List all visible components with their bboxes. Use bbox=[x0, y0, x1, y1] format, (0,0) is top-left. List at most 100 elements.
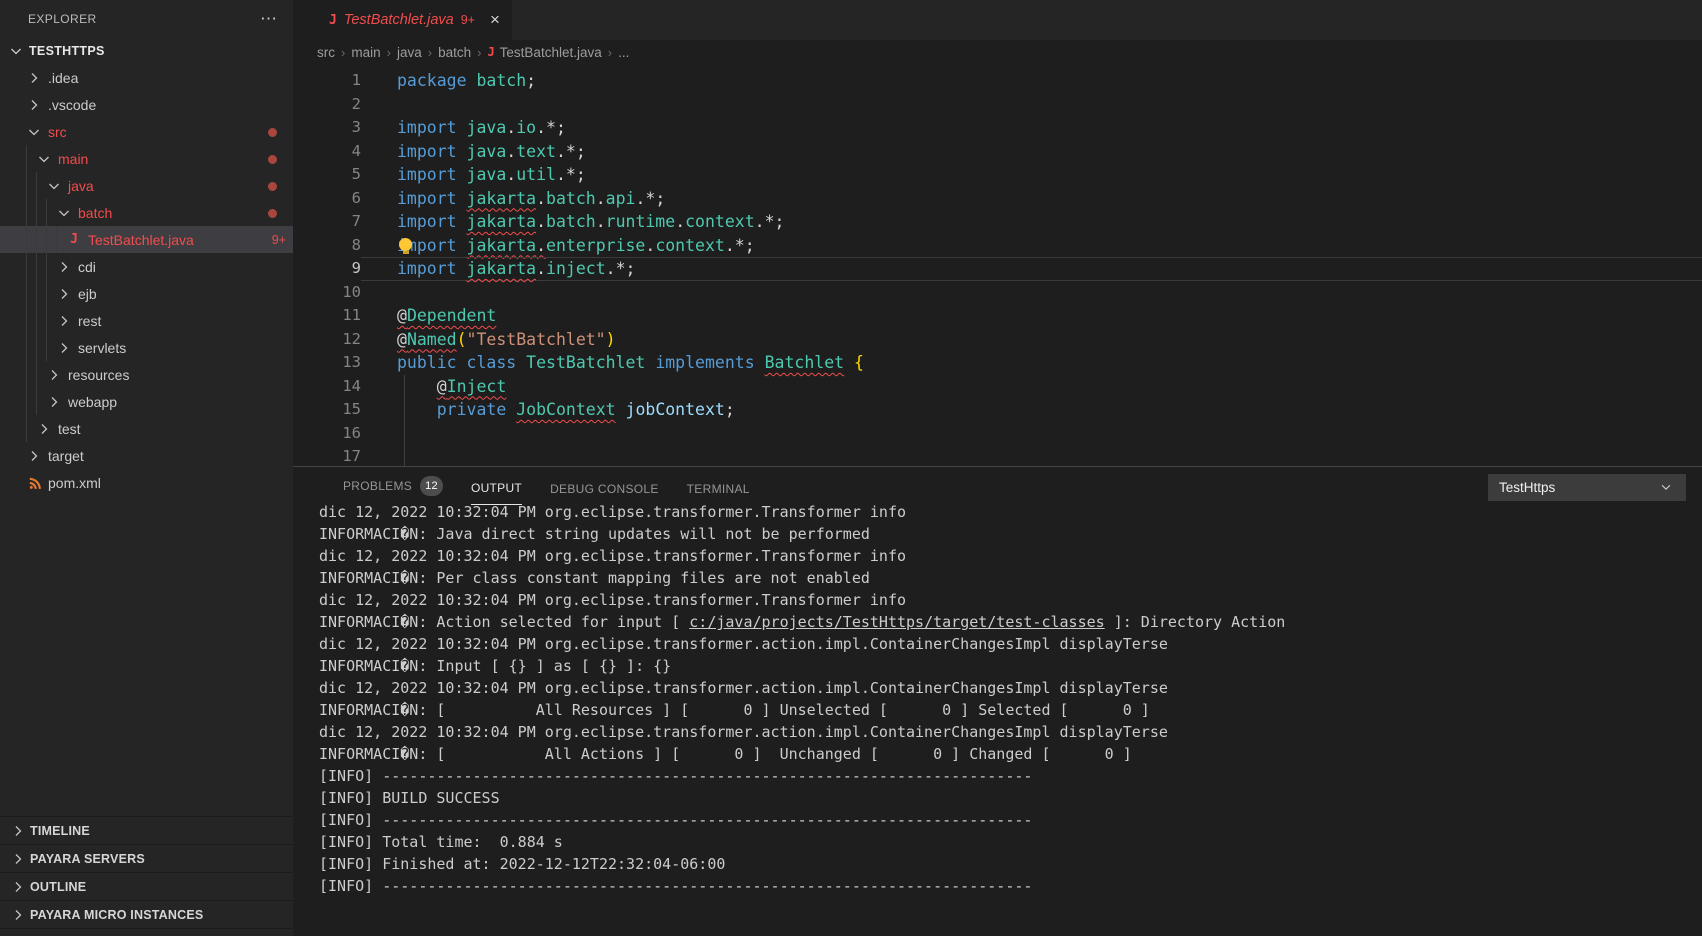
output-line: [INFO] BUILD SUCCESS bbox=[319, 787, 1702, 809]
tree-item-label: main bbox=[58, 151, 88, 167]
code-line[interactable]: 12@Named("TestBatchlet") bbox=[293, 328, 1702, 352]
indent-guide bbox=[46, 307, 56, 334]
chevron-right-icon[interactable] bbox=[56, 259, 72, 275]
code-line[interactable]: 5import java.util.*; bbox=[293, 163, 1702, 187]
sidebar-section-payara-micro-instances[interactable]: PAYARA MICRO INSTANCES bbox=[0, 900, 293, 928]
chevron-right-icon[interactable] bbox=[10, 851, 26, 867]
tree-item-pom-xml[interactable]: pom.xml bbox=[0, 469, 293, 496]
tree-item--vscode[interactable]: .vscode bbox=[0, 91, 293, 118]
line-number: 17 bbox=[293, 445, 361, 466]
project-section-header[interactable]: TESTHTTPS bbox=[0, 38, 293, 64]
close-icon[interactable]: × bbox=[490, 10, 500, 30]
tree-item-test[interactable]: test bbox=[0, 415, 293, 442]
output-log: dic 12, 2022 10:32:04 PM org.eclipse.tra… bbox=[293, 505, 1702, 936]
tree-item-servlets[interactable]: servlets bbox=[0, 334, 293, 361]
tree-item-main[interactable]: main bbox=[0, 145, 293, 172]
code-line[interactable]: 17 bbox=[293, 445, 1702, 466]
chevron-right-icon[interactable] bbox=[10, 907, 26, 923]
chevron-right-icon[interactable] bbox=[46, 394, 62, 410]
tree-item-webapp[interactable]: webapp bbox=[0, 388, 293, 415]
tree-item-src[interactable]: src bbox=[0, 118, 293, 145]
chevron-down-icon[interactable] bbox=[36, 151, 52, 167]
error-dot-badge bbox=[268, 128, 277, 137]
tree-item-resources[interactable]: resources bbox=[0, 361, 293, 388]
chevron-down-icon[interactable] bbox=[46, 178, 62, 194]
line-content: public class TestBatchlet implements Bat… bbox=[361, 351, 1702, 375]
output-channel-select[interactable]: TestHttps bbox=[1488, 474, 1686, 501]
breadcrumb-separator-icon: › bbox=[341, 45, 345, 60]
code-line[interactable]: 4import java.text.*; bbox=[293, 140, 1702, 164]
line-content: @Inject bbox=[361, 375, 1702, 399]
chevron-down-icon[interactable] bbox=[26, 124, 42, 140]
tree-item--idea[interactable]: .idea bbox=[0, 64, 293, 91]
tree-item-label: src bbox=[48, 124, 67, 140]
line-number: 15 bbox=[293, 398, 361, 422]
file-path-link[interactable]: c:/java/projects/TestHttps/target/test-c… bbox=[689, 613, 1104, 631]
breadcrumb-item[interactable]: ... bbox=[618, 45, 629, 60]
chevron-right-icon[interactable] bbox=[56, 340, 72, 356]
code-line[interactable]: 7import jakarta.batch.runtime.context.*; bbox=[293, 210, 1702, 234]
tree-item-batch[interactable]: batch bbox=[0, 199, 293, 226]
breadcrumb-separator-icon: › bbox=[608, 45, 612, 60]
chevron-right-icon[interactable] bbox=[36, 421, 52, 437]
code-line[interactable]: 10 bbox=[293, 281, 1702, 305]
line-number: 6 bbox=[293, 187, 361, 211]
panel-tab-output[interactable]: OUTPUT bbox=[471, 481, 522, 505]
chevron-right-icon[interactable] bbox=[56, 313, 72, 329]
chevron-right-icon[interactable] bbox=[10, 879, 26, 895]
panel-tab-problems[interactable]: PROBLEMS12 bbox=[343, 476, 443, 505]
breadcrumb-item[interactable]: main bbox=[351, 45, 380, 60]
tab-testbatchlet[interactable]: J TestBatchlet.java 9+ × bbox=[293, 0, 512, 40]
tree-item-cdi[interactable]: cdi bbox=[0, 253, 293, 280]
more-actions-icon[interactable]: ⋯ bbox=[260, 9, 277, 29]
breadcrumb-item[interactable]: src bbox=[317, 45, 335, 60]
line-number: 13 bbox=[293, 351, 361, 375]
line-content: private JobContext jobContext; bbox=[361, 398, 1702, 422]
code-line[interactable]: 8import jakarta.enterprise.context.*; bbox=[293, 234, 1702, 258]
line-content bbox=[361, 93, 1702, 117]
breadcrumb-item[interactable]: JTestBatchlet.java bbox=[487, 45, 601, 60]
code-line[interactable]: 11@Dependent bbox=[293, 304, 1702, 328]
tree-item-ejb[interactable]: ejb bbox=[0, 280, 293, 307]
sidebar-section-outline[interactable]: OUTLINE bbox=[0, 872, 293, 900]
project-name: TESTHTTPS bbox=[29, 44, 105, 58]
tree-item-testbatchlet-java[interactable]: JTestBatchlet.java9+ bbox=[0, 226, 293, 253]
tree-item-rest[interactable]: rest bbox=[0, 307, 293, 334]
code-line[interactable]: 1package batch; bbox=[293, 69, 1702, 93]
tree-item-java[interactable]: java bbox=[0, 172, 293, 199]
chevron-right-icon[interactable] bbox=[56, 286, 72, 302]
chevron-down-icon[interactable] bbox=[56, 205, 72, 221]
code-line[interactable]: 6import jakarta.batch.api.*; bbox=[293, 187, 1702, 211]
code-line[interactable]: 2 bbox=[293, 93, 1702, 117]
code-line[interactable]: 14 @Inject bbox=[293, 375, 1702, 399]
code-line[interactable]: 3import java.io.*; bbox=[293, 116, 1702, 140]
indent-guide bbox=[36, 199, 46, 226]
chevron-right-icon[interactable] bbox=[46, 367, 62, 383]
tree-item-target[interactable]: target bbox=[0, 442, 293, 469]
code-line[interactable]: 16 bbox=[293, 422, 1702, 446]
chevron-right-icon[interactable] bbox=[26, 70, 42, 86]
sidebar-section-payara-servers[interactable]: PAYARA SERVERS bbox=[0, 844, 293, 872]
error-dot-badge bbox=[268, 155, 277, 164]
line-content: import java.io.*; bbox=[361, 116, 1702, 140]
tree-item-label: .idea bbox=[48, 70, 78, 86]
java-file-icon: J bbox=[70, 232, 78, 247]
problems-count-badge: 12 bbox=[420, 476, 443, 496]
line-number: 8 bbox=[293, 234, 361, 258]
breadcrumb-item[interactable]: batch bbox=[438, 45, 471, 60]
code-editor[interactable]: 1package batch;23import java.io.*;4impor… bbox=[293, 64, 1702, 466]
code-line[interactable]: 15 private JobContext jobContext; bbox=[293, 398, 1702, 422]
code-line[interactable]: 9import jakarta.inject.*; bbox=[293, 257, 1702, 281]
indent-guide bbox=[26, 280, 36, 307]
sidebar-section-timeline[interactable]: TIMELINE bbox=[0, 816, 293, 844]
panel-tab-debug-console[interactable]: DEBUG CONSOLE bbox=[550, 482, 659, 505]
line-content: @Dependent bbox=[361, 304, 1702, 328]
chevron-right-icon[interactable] bbox=[26, 97, 42, 113]
lightbulb-icon[interactable] bbox=[399, 238, 412, 251]
code-line[interactable]: 13public class TestBatchlet implements B… bbox=[293, 351, 1702, 375]
output-line: dic 12, 2022 10:32:04 PM org.eclipse.tra… bbox=[319, 633, 1702, 655]
breadcrumb-item[interactable]: java bbox=[397, 45, 422, 60]
chevron-right-icon[interactable] bbox=[10, 823, 26, 839]
chevron-right-icon[interactable] bbox=[26, 448, 42, 464]
panel-tab-terminal[interactable]: TERMINAL bbox=[687, 482, 750, 505]
